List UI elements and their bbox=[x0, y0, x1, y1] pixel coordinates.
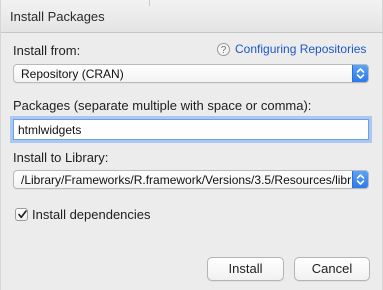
library-selected-value: /Library/Frameworks/R.framework/Versions… bbox=[21, 173, 352, 187]
up-down-chevron-icon bbox=[356, 174, 365, 185]
install-from-label: Install from: bbox=[13, 43, 81, 58]
install-to-library-select[interactable]: /Library/Frameworks/R.framework/Versions… bbox=[13, 170, 369, 189]
install-dependencies-row[interactable]: Install dependencies bbox=[15, 207, 151, 222]
dialog-titlebar: Install Packages bbox=[1, 0, 382, 33]
install-from-selected-value: Repository (CRAN) bbox=[21, 67, 124, 81]
configuring-repositories-link-text[interactable]: Configuring Repositories bbox=[235, 42, 366, 56]
cancel-button[interactable]: Cancel bbox=[294, 257, 370, 281]
question-mark-icon: ? bbox=[217, 42, 230, 56]
titlebar-divider bbox=[149, 0, 150, 6]
install-dependencies-label: Install dependencies bbox=[32, 207, 151, 222]
packages-label: Packages (separate multiple with space o… bbox=[13, 98, 312, 113]
checkmark-icon bbox=[18, 210, 27, 219]
up-down-chevron-icon bbox=[356, 68, 365, 79]
install-button[interactable]: Install bbox=[207, 257, 284, 281]
install-from-dropdown-stepper[interactable] bbox=[352, 65, 368, 82]
install-to-library-label: Install to Library: bbox=[13, 150, 109, 165]
configuring-repositories-link[interactable]: ? Configuring Repositories bbox=[217, 42, 366, 56]
install-dependencies-checkbox[interactable] bbox=[15, 208, 28, 221]
install-from-select[interactable]: Repository (CRAN) bbox=[13, 64, 369, 83]
library-dropdown-stepper[interactable] bbox=[352, 171, 368, 188]
dialog-title: Install Packages bbox=[10, 9, 105, 24]
packages-input[interactable] bbox=[13, 119, 369, 140]
install-packages-dialog: Install Packages Install from: ? Configu… bbox=[0, 0, 383, 290]
